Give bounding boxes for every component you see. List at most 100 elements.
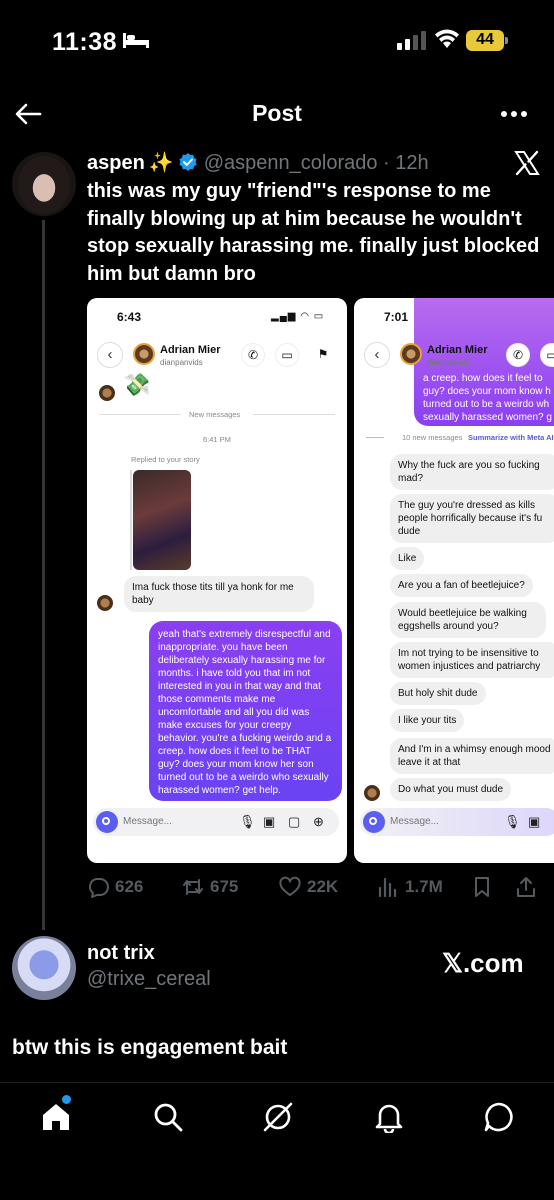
screenshot-divider xyxy=(366,437,384,438)
reply-author-avatar[interactable] xyxy=(12,936,76,1000)
search-icon[interactable] xyxy=(152,1101,184,1133)
heart-icon xyxy=(279,876,301,896)
screenshot-camera-icon xyxy=(96,811,118,833)
page-title: Post xyxy=(252,100,302,126)
x-logo-icon xyxy=(514,150,540,176)
reply-stat[interactable]: 626 xyxy=(87,874,143,900)
reply-count: 626 xyxy=(115,877,144,896)
post-text: this was my guy "friend"'s response to m… xyxy=(87,180,540,285)
status-bar: 11:38 44 xyxy=(0,0,554,84)
screenshot-small-avatar xyxy=(99,385,115,401)
screenshot-new-messages: New messages xyxy=(189,410,241,419)
screenshot-contact-name: Adrian Mier xyxy=(427,344,488,356)
verified-badge-icon xyxy=(179,153,197,171)
screenshot-small-avatar xyxy=(364,785,380,801)
post-author-row: aspen ✨ @aspenn_colorado · 12h xyxy=(87,150,429,176)
screenshot-outgoing-message-tail: a creep. how does it feel to guy? does y… xyxy=(423,373,552,423)
screenshot-contact-avatar xyxy=(133,343,155,365)
messages-icon[interactable] xyxy=(483,1101,515,1133)
views-count: 1.7M xyxy=(405,877,443,896)
like-stat[interactable]: 22K xyxy=(279,874,338,900)
wifi-icon xyxy=(435,29,459,48)
views-chart-icon xyxy=(378,877,397,898)
bed-icon xyxy=(123,33,149,48)
battery-level: 44 xyxy=(476,31,494,48)
screenshot-call-icon: ✆ xyxy=(506,343,530,367)
screenshot-incoming-message: Do what you must dude xyxy=(390,778,512,801)
screenshot-incoming-message: Im not trying to be insensitive to women… xyxy=(390,642,554,678)
screenshot-incoming-message: I like your tits xyxy=(390,709,465,732)
reply-author-name[interactable]: not trix xyxy=(87,942,155,965)
screenshot-back-icon: ‹ xyxy=(364,342,390,368)
screenshot-incoming-message: Like xyxy=(390,547,425,570)
screenshot-new-messages: 10 new messages xyxy=(402,433,463,442)
screenshot-incoming-message: And I'm in a whimsy enough mood leave it… xyxy=(390,738,554,774)
screenshot-message-placeholder: Message... xyxy=(123,816,172,827)
screenshot-contact-user: dianpanvids xyxy=(160,358,203,367)
repost-count: 675 xyxy=(210,877,239,896)
screenshot-back-icon: ‹ xyxy=(97,342,123,368)
repost-icon xyxy=(183,879,203,895)
repost-stat[interactable]: 675 xyxy=(182,874,238,900)
status-time: 11:38 xyxy=(52,28,118,56)
notification-dot xyxy=(62,1095,71,1104)
bottom-navigation xyxy=(0,1082,554,1200)
screenshot-image-icon: ▣ xyxy=(528,814,541,829)
post-age: 12h xyxy=(395,152,429,174)
author-emoji: ✨ xyxy=(148,152,174,174)
screenshot-incoming-message: Why the fuck are you so fucking mad? xyxy=(390,454,554,490)
screenshot-incoming-message: But holy shit dude xyxy=(390,682,486,705)
screenshot-replied-label: Replied to your story xyxy=(131,455,200,464)
reply-author-handle[interactable]: @trixe_cereal xyxy=(87,968,211,991)
screenshot-plus-icon: ⊕ xyxy=(313,814,324,829)
post-header: Post xyxy=(0,90,554,140)
bell-icon[interactable] xyxy=(373,1101,405,1133)
story-thumbnail xyxy=(133,470,191,570)
reply-icon xyxy=(89,878,109,898)
screenshot-image-icon: ▣ xyxy=(263,814,276,829)
share-icon[interactable] xyxy=(515,876,537,898)
story-reply-bar xyxy=(130,470,132,570)
screenshot-time: 6:43 xyxy=(117,310,142,324)
author-avatar[interactable] xyxy=(12,152,76,216)
post-image-1[interactable]: 6:43 ▂▄▆ ◠ ▭ ‹ Adrian Mier dianpanvids ✆… xyxy=(87,298,347,863)
screenshot-outgoing-message: yeah that's extremely disrespectful and … xyxy=(149,621,342,801)
screenshot-incoming-message: The guy you're dressed as kills people h… xyxy=(390,494,554,543)
grok-icon[interactable] xyxy=(262,1101,294,1133)
screenshot-contact-name: Adrian Mier xyxy=(160,344,221,356)
screenshot-timestamp: 6:41 PM xyxy=(203,435,231,444)
screenshot-divider xyxy=(253,414,335,415)
post-image-2[interactable]: 7:01 ‹ Adrian Mier dianpanvids ✆ ▭ a cre… xyxy=(354,298,554,863)
screenshot-video-icon: ▭ xyxy=(275,343,299,367)
screenshot-contact-user: dianpanvids xyxy=(427,358,470,367)
battery-icon: 44 xyxy=(466,30,508,51)
screenshot-divider xyxy=(99,414,181,415)
screenshot-call-icon: ✆ xyxy=(241,343,265,367)
post-engagement-bar: 626 675 22K 1.7M xyxy=(87,874,547,900)
cellular-signal-icon xyxy=(397,31,426,50)
more-options-icon[interactable] xyxy=(500,110,528,118)
home-icon[interactable] xyxy=(40,1101,72,1133)
screenshot-flag-icon: ⚑ xyxy=(311,343,335,367)
author-name[interactable]: aspen xyxy=(87,152,145,174)
screenshot-mic-icon: 🎙 xyxy=(239,814,256,829)
author-handle[interactable]: @aspenn_colorado xyxy=(204,152,378,174)
screenshot-summarize-link: Summarize with Meta AI xyxy=(468,433,554,442)
views-stat[interactable]: 1.7M xyxy=(377,874,443,900)
screenshot-time: 7:01 xyxy=(384,310,409,324)
screenshot-message-placeholder: Message... xyxy=(390,816,439,827)
screenshot-small-avatar xyxy=(97,595,113,611)
screenshot-incoming-message: Ima fuck those tits till ya honk for me … xyxy=(124,576,314,612)
bookmark-icon[interactable] xyxy=(471,876,493,898)
meta-separator: · xyxy=(383,152,390,174)
screenshot-incoming-message: Would beetlejuice be walking eggshells a… xyxy=(390,602,546,638)
screenshot-sticker-icon: ▢ xyxy=(288,814,301,829)
screenshot-contact-avatar xyxy=(400,343,422,365)
screenshot-camera-icon xyxy=(363,811,385,833)
money-emoji-icon: 💸 xyxy=(123,372,151,397)
screenshot-incoming-message: Are you a fan of beetlejuice? xyxy=(390,574,533,597)
like-count: 22K xyxy=(307,877,339,896)
screenshot-mic-icon: 🎙 xyxy=(504,814,521,829)
reply-text: btw this is engagement bait xyxy=(12,1036,288,1059)
thread-line xyxy=(42,220,45,930)
